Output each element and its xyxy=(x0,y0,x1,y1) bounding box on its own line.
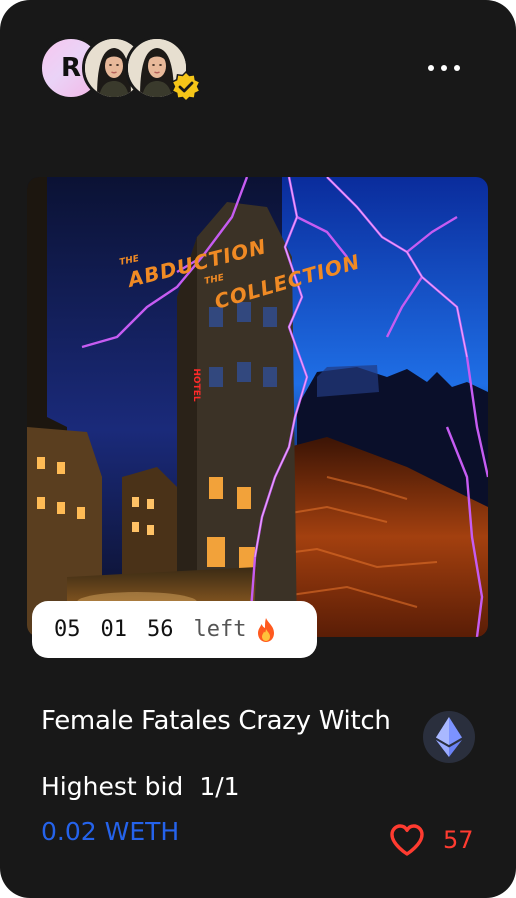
countdown-hours: 05 xyxy=(54,617,81,642)
dot-icon xyxy=(428,65,434,71)
countdown-suffix: left xyxy=(193,617,247,642)
countdown-minutes: 01 xyxy=(100,617,128,642)
bid-price: 0.02 WETH xyxy=(41,817,180,846)
nft-title[interactable]: Female Fatales Crazy Witch xyxy=(41,706,391,736)
dot-icon xyxy=(441,65,447,71)
verified-badge-icon xyxy=(171,71,201,103)
ethereum-icon xyxy=(436,717,462,757)
edition-count: 1/1 xyxy=(199,772,240,801)
brand-avatar-letter: R xyxy=(60,53,82,83)
fire-icon xyxy=(258,617,275,642)
like-button[interactable]: 57 xyxy=(389,820,474,860)
nft-card[interactable]: R HOTEL THE ABDUCTION THE COLLECTION 05 … xyxy=(0,0,516,898)
artwork-image: HOTEL THE ABDUCTION THE COLLECTION xyxy=(27,177,488,637)
more-options-button[interactable] xyxy=(424,58,464,78)
like-count: 57 xyxy=(443,826,474,854)
hotel-sign: HOTEL xyxy=(191,368,201,401)
nft-artwork[interactable]: HOTEL THE ABDUCTION THE COLLECTION xyxy=(27,177,488,637)
countdown-seconds: 56 xyxy=(147,617,174,642)
highest-bid-label: Highest bid xyxy=(41,772,184,801)
bid-row: Highest bid 1/1 xyxy=(41,772,240,801)
dot-icon xyxy=(454,65,460,71)
currency-badge xyxy=(423,711,475,763)
auction-countdown: 05 01 56 left xyxy=(32,601,317,658)
heart-icon xyxy=(390,824,424,856)
